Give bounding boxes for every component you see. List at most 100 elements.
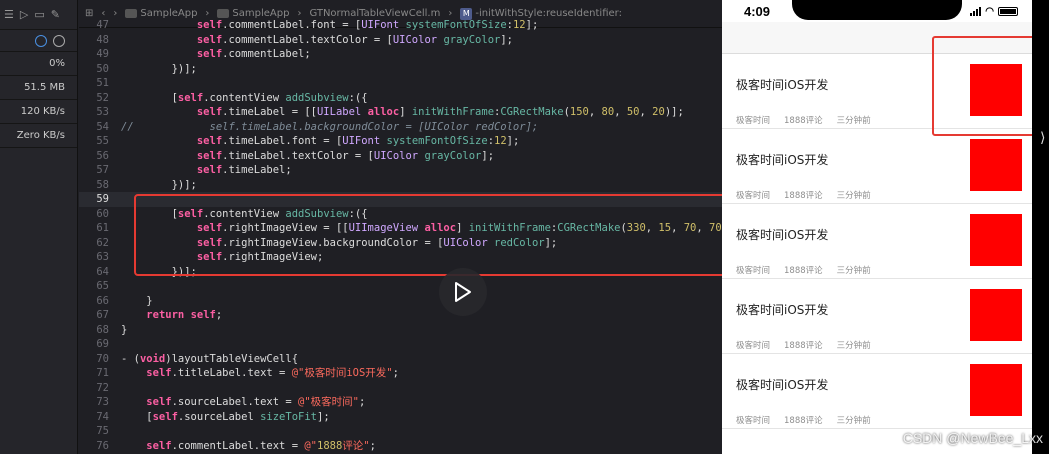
code-text: })]; [121, 178, 197, 191]
line-number: 75 [96, 425, 109, 437]
cell-time: 三分钟前 [836, 341, 871, 351]
line-number: 65 [96, 280, 109, 292]
table-row[interactable]: 极客时间iOS开发极客时间 1888评论 三分钟前 [722, 279, 1032, 354]
code-line[interactable]: 73 self.sourceLabel.text = @"极客时间"; [79, 395, 722, 410]
code-line[interactable]: 49 self.commentLabel; [79, 47, 722, 62]
simulator: 4:09 ◠ 极客时间iOS开发 极客时间 1888评论 三分钟前 极客时间iOS开发极… [722, 0, 1049, 454]
code-line[interactable]: 48 self.commentLabel.textColor = [UIColo… [79, 33, 722, 48]
disk-value[interactable]: 120 KB/s [0, 100, 77, 124]
code-line[interactable]: 50 })]; [79, 62, 722, 77]
code-line[interactable]: 58 })]; [79, 178, 722, 193]
code-text: // self.timeLabel.backgroundColor = [UIC… [121, 120, 539, 133]
line-number: 53 [96, 106, 109, 118]
code-line[interactable]: 67 return self; [79, 308, 722, 323]
code-text: self.timeLabel = [[UILabel alloc] initWi… [196, 106, 684, 118]
cell-time: 三分钟前 [836, 116, 871, 126]
edit-icon[interactable]: ✎ [51, 8, 60, 21]
cell-thumbnail [970, 139, 1022, 191]
code-line[interactable]: 75 [79, 424, 722, 439]
code-line[interactable]: 65 [79, 279, 722, 294]
cell-source: 极客时间 [736, 191, 771, 201]
code-text: self.timeLabel.textColor = [UIColor gray… [196, 149, 495, 162]
energy-gauge-icon[interactable] [53, 34, 65, 47]
cell-source: 极客时间 [736, 116, 771, 126]
code-text: self.commentLabel; [196, 48, 311, 60]
breakpoint-icon[interactable]: ▷ [20, 8, 28, 21]
code-text: self.timeLabel.font = [UIFont systemFont… [196, 135, 520, 147]
cpu-gauge-icon[interactable] [35, 34, 47, 47]
battery-icon [998, 6, 1018, 16]
code-line[interactable]: 66 } [79, 294, 722, 309]
code-line[interactable]: 53 self.timeLabel = [[UILabel alloc] ini… [79, 105, 722, 120]
code-line[interactable]: 52 [self.contentView addSubview:({ [79, 91, 722, 106]
gauge-row [0, 30, 77, 52]
play-icon [455, 282, 471, 302]
code-editor[interactable]: ⊞ ‹ › SampleApp › SampleApp › GTNormalTa… [79, 0, 722, 454]
folder-icon [217, 8, 230, 18]
cell-meta: 极客时间 1888评论 三分钟前 [736, 339, 871, 351]
line-number: 49 [96, 48, 109, 60]
signal-icon [970, 6, 982, 16]
simulator-screen: 4:09 ◠ 极客时间iOS开发 极客时间 1888评论 三分钟前 极客时间iOS开发极… [722, 0, 1032, 454]
line-number: 57 [96, 164, 109, 176]
code-line[interactable]: 69 [79, 337, 722, 352]
annotation-box [134, 194, 722, 276]
network-value[interactable]: Zero KB/s [0, 124, 77, 148]
line-number: 47 [96, 19, 109, 31]
cell-comments: 1888评论 [784, 341, 823, 351]
cell-title: 极客时间iOS开发 [736, 378, 829, 392]
code-text: - (void)layoutTableViewCell{ [121, 352, 299, 365]
cell-comments: 1888评论 [784, 416, 823, 426]
code-line[interactable]: 56 self.timeLabel.textColor = [UIColor g… [79, 149, 722, 164]
line-number: 52 [96, 91, 109, 104]
table-row[interactable]: 极客时间iOS开发 极客时间 1888评论 三分钟前 [722, 354, 1032, 429]
line-number: 74 [96, 410, 109, 423]
cell-source: 极客时间 [736, 341, 771, 351]
play-button[interactable] [439, 268, 487, 316]
code-line[interactable]: 51 [79, 76, 722, 91]
code-text: self.commentLabel.text = @"1888评论"; [146, 439, 376, 452]
line-number: 63 [96, 251, 109, 263]
cell-thumbnail [970, 214, 1022, 266]
code-line[interactable]: 55 self.timeLabel.font = [UIFont systemF… [79, 134, 722, 149]
cell-title: 极客时间iOS开发 [736, 78, 829, 92]
code-line[interactable]: 47 self.commentLabel.font = [UIFont syst… [79, 18, 722, 33]
code-text: self.sourceLabel.text = @"极客时间"; [146, 396, 366, 408]
line-number: 67 [96, 309, 109, 321]
cell-title: 极客时间iOS开发 [736, 228, 829, 242]
memory-icon[interactable]: ▭ [34, 8, 44, 21]
code-line[interactable]: 54 // self.timeLabel.backgroundColor = [U… [79, 120, 722, 135]
cell-time: 三分钟前 [836, 416, 871, 426]
line-number: 54 [96, 120, 109, 133]
code-line[interactable]: 74 [self.sourceLabel sizeToFit]; [79, 410, 722, 425]
code-text: } [121, 323, 128, 336]
code-line[interactable]: 71 self.titleLabel.text = @"极客时间iOS开发"; [79, 366, 722, 381]
line-number: 56 [96, 149, 109, 162]
code-line[interactable]: 70 - (void)layoutTableViewCell{ [79, 352, 722, 367]
code-line[interactable]: 57 self.timeLabel; [79, 163, 722, 178]
cell-title: 极客时间iOS开发 [736, 303, 829, 317]
line-number: 55 [96, 135, 109, 147]
code-line[interactable]: 68} [79, 323, 722, 338]
notch [792, 0, 962, 20]
list-icon[interactable]: ☰ [4, 8, 14, 21]
cpu-value[interactable]: 0% [0, 52, 77, 76]
code-line[interactable]: 72 [79, 381, 722, 396]
line-number: 73 [96, 396, 109, 408]
cell-meta: 极客时间 1888评论 三分钟前 [736, 114, 871, 126]
wifi-icon: ◠ [985, 5, 994, 17]
line-number: 60 [96, 207, 109, 220]
table-row[interactable]: 极客时间iOS开发 极客时间 1888评论 三分钟前 [722, 204, 1032, 279]
line-number: 50 [96, 62, 109, 75]
line-number: 76 [96, 439, 109, 452]
cell-thumbnail [970, 289, 1022, 341]
memory-value[interactable]: 51.5 MB [0, 76, 77, 100]
watermark: CSDN @NewBee_Lxx [902, 430, 1043, 446]
code-line[interactable]: 76 self.commentLabel.text = @"1888评论"; [79, 439, 722, 454]
code-text: [self.sourceLabel sizeToFit]; [121, 410, 330, 423]
table-row[interactable]: 极客时间iOS开发 极客时间 1888评论 三分钟前 [722, 129, 1032, 204]
line-number: 62 [96, 236, 109, 249]
cell-time: 三分钟前 [836, 191, 871, 201]
line-number: 70 [96, 352, 109, 365]
code-text: [self.contentView addSubview:({ [121, 91, 368, 104]
